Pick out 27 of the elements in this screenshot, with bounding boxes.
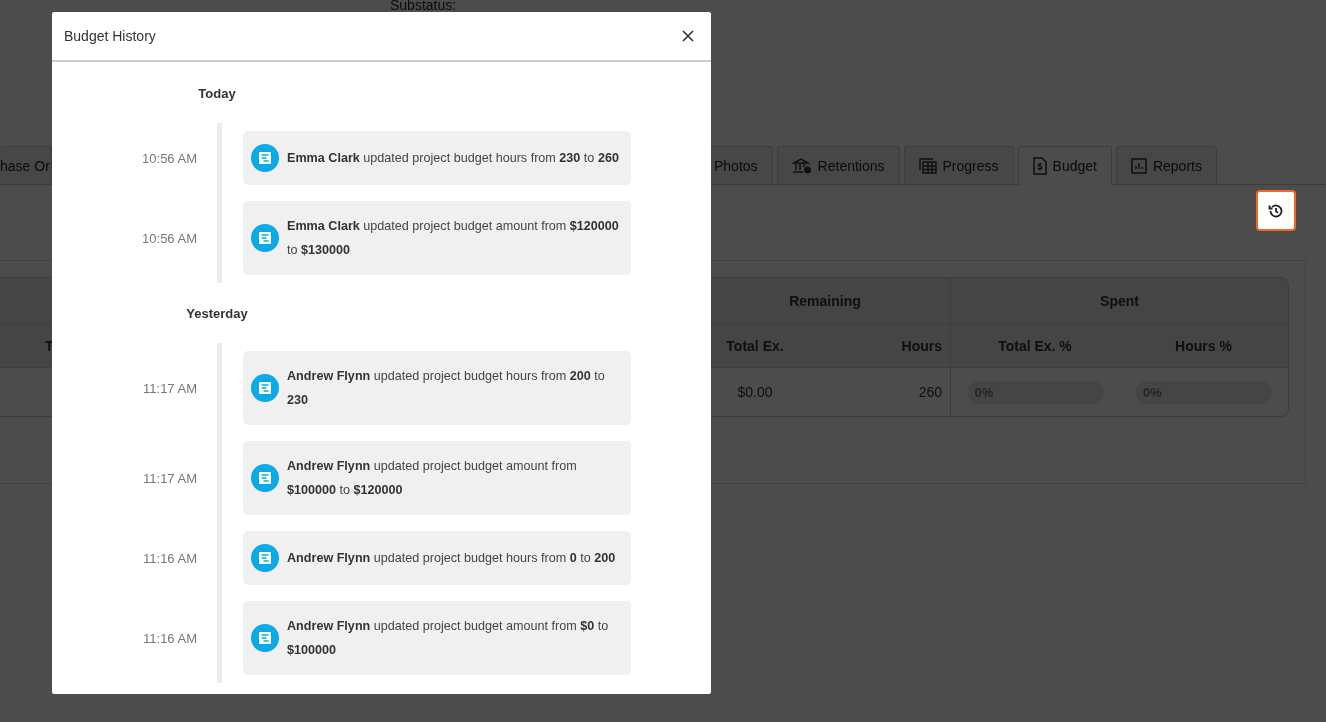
entry-text: Andrew Flynn updated project budget amount from $0 to $100000	[287, 618, 610, 659]
entry-time: 10:56 AM	[141, 150, 197, 166]
entry-text: Emma Clark updated project budget amount from $120000 to $130000	[287, 218, 620, 259]
table-cell-text: 260	[917, 383, 943, 402]
document-icon	[251, 144, 279, 172]
document-icon	[251, 224, 279, 252]
close-icon	[681, 29, 695, 43]
table-cell-text: $0.00	[736, 383, 774, 402]
substatus-label: Substatus:	[390, 0, 457, 12]
document-icon	[251, 624, 279, 652]
entry-time: 10:56 AM	[141, 230, 197, 246]
entry-text: Andrew Flynn updated project budget hours from 200 to 230	[287, 368, 606, 409]
dialog-title: Budget History	[64, 28, 156, 44]
document-icon	[251, 464, 279, 492]
entry-time: 11:17 AM	[142, 380, 197, 396]
entry-text: Emma Clark updated project budget hours from 230 to 260	[287, 150, 619, 167]
entry-text: Andrew Flynn updated project budget amount from $100000 to $120000	[287, 458, 578, 499]
document-icon	[251, 544, 279, 572]
document-icon	[251, 374, 279, 402]
history-button[interactable]	[1256, 190, 1296, 231]
entry-time: 11:17 AM	[142, 470, 197, 486]
entry-time: 11:16 AM	[142, 630, 197, 646]
date-heading: Today	[197, 85, 237, 103]
entry-time: 11:16 AM	[142, 550, 197, 566]
entry-text: Andrew Flynn updated project budget hours from 0 to 200	[287, 550, 616, 567]
date-heading: Yesterday	[185, 305, 249, 323]
history-icon	[1268, 202, 1284, 219]
